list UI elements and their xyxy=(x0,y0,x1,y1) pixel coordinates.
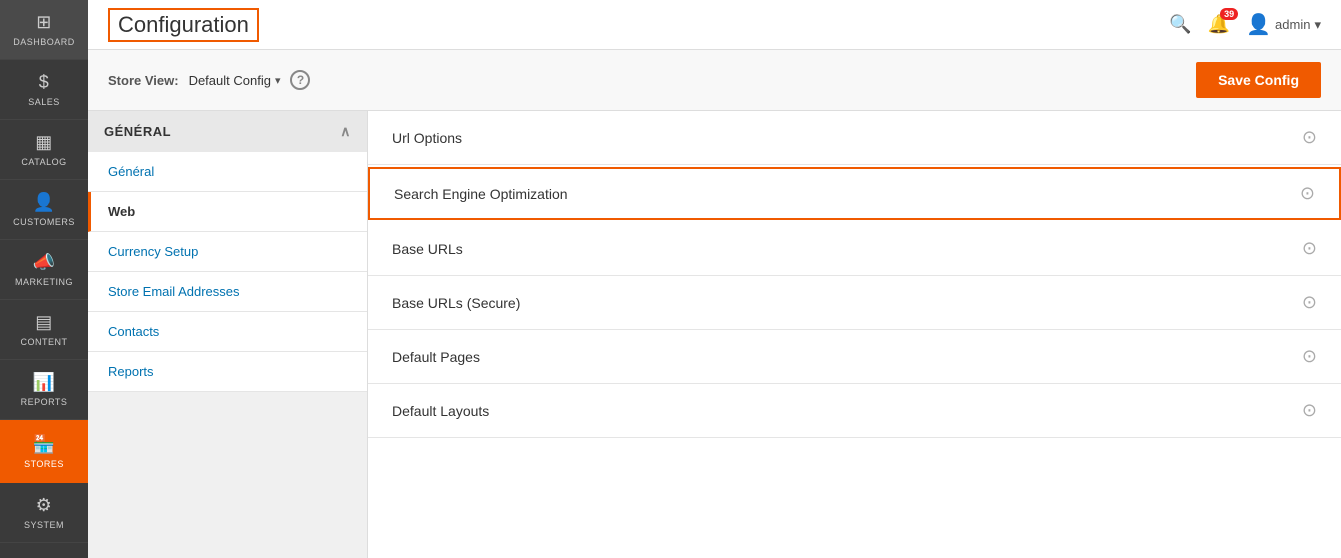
sidebar-item-content[interactable]: ▤ CONTENT xyxy=(0,300,88,360)
sidebar-item-stores[interactable]: 🏪 STORES xyxy=(0,420,88,483)
sidebar-label-sales: SALES xyxy=(28,97,60,107)
admin-dropdown-icon: ▾ xyxy=(1314,17,1321,33)
panel-item-store-email[interactable]: Store Email Addresses xyxy=(88,272,367,312)
reports-icon: 📊 xyxy=(33,372,56,393)
sidebar-item-system[interactable]: ⚙ SYSTEM xyxy=(0,483,88,543)
top-bar: Configuration 🔍 🔔 39 👤 admin ▾ xyxy=(88,0,1341,50)
admin-label: admin xyxy=(1275,17,1310,32)
panel-item-contacts[interactable]: Contacts xyxy=(88,312,367,352)
expand-icon-url-options: ⊙ xyxy=(1302,127,1317,148)
notifications-count: 39 xyxy=(1220,8,1238,20)
marketing-icon: 📣 xyxy=(33,252,56,273)
sidebar-item-dashboard[interactable]: ⊞ DASHBOARD xyxy=(0,0,88,60)
content-icon: ▤ xyxy=(35,312,53,333)
search-icon[interactable]: 🔍 xyxy=(1169,14,1191,35)
panel-section-header-general[interactable]: GÉNÉRAL ∧ xyxy=(88,111,367,152)
sidebar: ⊞ DASHBOARD $ SALES ▦ CATALOG 👤 CUSTOMER… xyxy=(0,0,88,558)
expand-icon-seo: ⊙ xyxy=(1300,183,1315,204)
store-dropdown-arrow-icon: ▾ xyxy=(275,74,281,87)
expand-icon-default-pages: ⊙ xyxy=(1302,346,1317,367)
sidebar-item-reports[interactable]: 📊 REPORTS xyxy=(0,360,88,420)
config-row-base-urls-secure[interactable]: Base URLs (Secure) ⊙ xyxy=(368,276,1341,330)
store-bar-left: Store View: Default Config ▾ ? xyxy=(108,70,310,90)
config-row-title-base-urls-secure: Base URLs (Secure) xyxy=(392,295,520,311)
panel-item-general[interactable]: Général xyxy=(88,152,367,192)
sidebar-item-sales[interactable]: $ SALES xyxy=(0,60,88,120)
dashboard-icon: ⊞ xyxy=(36,12,52,33)
store-view-dropdown[interactable]: Default Config ▾ xyxy=(189,73,281,88)
expand-icon-base-urls: ⊙ xyxy=(1302,238,1317,259)
panel-item-web[interactable]: Web xyxy=(88,192,367,232)
sales-icon: $ xyxy=(39,72,50,93)
sidebar-label-stores: STORES xyxy=(24,459,64,469)
config-row-title-default-pages: Default Pages xyxy=(392,349,480,365)
sidebar-label-reports: REPORTS xyxy=(21,397,68,407)
sidebar-label-catalog: CATALOG xyxy=(21,157,66,167)
main-area: Configuration 🔍 🔔 39 👤 admin ▾ Store Vie… xyxy=(88,0,1341,558)
panel-item-currency-setup[interactable]: Currency Setup xyxy=(88,232,367,272)
sidebar-label-marketing: MARKETING xyxy=(15,277,73,287)
left-panel: GÉNÉRAL ∧ Général Web Currency Setup Sto… xyxy=(88,111,368,558)
config-row-seo[interactable]: Search Engine Optimization ⊙ xyxy=(368,167,1341,220)
store-bar: Store View: Default Config ▾ ? Save Conf… xyxy=(88,50,1341,111)
sidebar-label-dashboard: DASHBOARD xyxy=(13,37,75,47)
sidebar-item-marketing[interactable]: 📣 MARKETING xyxy=(0,240,88,300)
system-icon: ⚙ xyxy=(36,495,53,516)
content-area: GÉNÉRAL ∧ Général Web Currency Setup Sto… xyxy=(88,111,1341,558)
panel-section-chevron-icon: ∧ xyxy=(340,123,351,140)
customers-icon: 👤 xyxy=(33,192,56,213)
right-panel: Url Options ⊙ Search Engine Optimization… xyxy=(368,111,1341,558)
sidebar-label-system: SYSTEM xyxy=(24,520,64,530)
expand-icon-base-urls-secure: ⊙ xyxy=(1302,292,1317,313)
config-row-default-pages[interactable]: Default Pages ⊙ xyxy=(368,330,1341,384)
page-title: Configuration xyxy=(108,8,259,42)
stores-icon: 🏪 xyxy=(33,434,56,455)
config-row-base-urls[interactable]: Base URLs ⊙ xyxy=(368,222,1341,276)
sidebar-item-catalog[interactable]: ▦ CATALOG xyxy=(0,120,88,180)
help-icon[interactable]: ? xyxy=(290,70,310,90)
config-row-title-base-urls: Base URLs xyxy=(392,241,463,257)
expand-icon-default-layouts: ⊙ xyxy=(1302,400,1317,421)
config-row-url-options[interactable]: Url Options ⊙ xyxy=(368,111,1341,165)
admin-menu-button[interactable]: 👤 admin ▾ xyxy=(1246,12,1321,37)
panel-section-title: GÉNÉRAL xyxy=(104,124,171,139)
config-row-title-default-layouts: Default Layouts xyxy=(392,403,489,419)
config-row-title-seo: Search Engine Optimization xyxy=(394,186,568,202)
save-config-button[interactable]: Save Config xyxy=(1196,62,1321,98)
notifications-button[interactable]: 🔔 39 xyxy=(1208,14,1230,35)
top-bar-right: 🔍 🔔 39 👤 admin ▾ xyxy=(1169,12,1321,37)
sidebar-item-customers[interactable]: 👤 CUSTOMERS xyxy=(0,180,88,240)
store-view-label: Store View: xyxy=(108,73,179,88)
config-row-title-url-options: Url Options xyxy=(392,130,462,146)
catalog-icon: ▦ xyxy=(35,132,53,153)
panel-item-reports[interactable]: Reports xyxy=(88,352,367,392)
sidebar-label-content: CONTENT xyxy=(21,337,68,347)
config-row-default-layouts[interactable]: Default Layouts ⊙ xyxy=(368,384,1341,438)
admin-avatar-icon: 👤 xyxy=(1246,12,1271,37)
store-view-value: Default Config xyxy=(189,73,271,88)
sidebar-label-customers: CUSTOMERS xyxy=(13,217,75,227)
